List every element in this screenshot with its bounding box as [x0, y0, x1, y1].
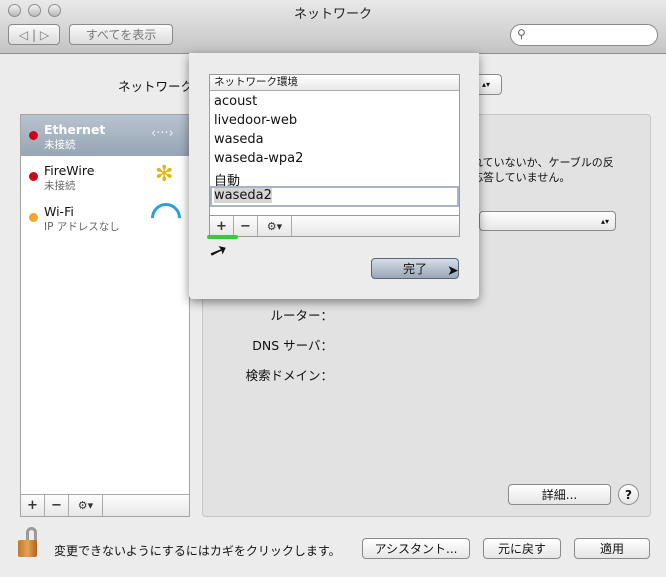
status-dot	[29, 131, 38, 140]
location-row[interactable]: waseda	[214, 132, 264, 147]
service-name: Ethernet	[44, 122, 106, 137]
gear-icon[interactable]: ⚙▾	[258, 216, 292, 236]
lock-text: 変更できないようにするにはカギをクリックします。	[54, 544, 341, 558]
assistant-button[interactable]: アシスタント...	[362, 538, 470, 559]
location-row[interactable]: waseda-wpa2	[214, 151, 303, 166]
toolbar: ネットワーク ◁ | ▷ すべてを表示 ⚲	[0, 0, 666, 54]
configure-popup[interactable]: ▴▾	[479, 211, 616, 231]
service-name: Wi-Fi	[44, 204, 74, 219]
dns-label: DNS サーバ：	[252, 338, 333, 353]
status-dot	[29, 213, 38, 222]
search-icon: ⚲	[517, 27, 526, 41]
service-status: 未接続	[44, 180, 76, 192]
back-icon[interactable]: ◁	[19, 28, 28, 42]
service-bar: + − ⚙▾	[21, 494, 189, 516]
add-service-button[interactable]: +	[21, 495, 45, 516]
service-firewire[interactable]: FireWire 未接続 ✻	[21, 156, 189, 197]
forward-icon[interactable]: ▷	[40, 28, 49, 42]
remove-location-button[interactable]: −	[234, 216, 258, 236]
service-status: 未接続	[44, 139, 76, 151]
service-ethernet[interactable]: Ethernet 未接続 ‹···›	[21, 115, 189, 156]
cursor-icon: ➤	[447, 263, 459, 279]
window-title: ネットワーク	[293, 7, 372, 22]
arrow-annotation-icon: ➚	[205, 236, 232, 267]
location-name-input[interactable]: waseda2	[210, 186, 459, 207]
search-input[interactable]: ⚲	[510, 24, 658, 46]
column-header: ネットワーク環境	[210, 75, 459, 91]
search-domain-label: 検索ドメイン：	[245, 368, 333, 383]
apply-button[interactable]: 適用	[574, 538, 650, 559]
service-wifi[interactable]: Wi-Fi IP アドレスなし	[21, 197, 189, 238]
locations-table: ネットワーク環境 acoust livedoor-web waseda wase…	[209, 74, 460, 236]
lock-icon[interactable]	[18, 527, 39, 558]
location-row[interactable]: livedoor-web	[214, 113, 297, 128]
firewire-icon: ✻	[155, 162, 174, 187]
locations-sheet: ネットワーク環境 acoust livedoor-web waseda wase…	[189, 53, 479, 299]
location-name-value: waseda2	[214, 188, 272, 203]
locations-bar: + − ⚙▾	[209, 215, 460, 237]
revert-button[interactable]: 元に戻す	[483, 538, 561, 559]
router-label: ルーター：	[270, 308, 333, 323]
ethernet-icon: ‹···›	[151, 126, 174, 141]
help-button[interactable]: ?	[618, 484, 639, 505]
gear-icon[interactable]: ⚙▾	[69, 495, 103, 516]
status-text: されていないか、ケーブルの反	[461, 156, 614, 169]
back-forward-buttons[interactable]: ◁ | ▷	[8, 24, 60, 45]
highlight-underline	[207, 235, 238, 239]
service-name: FireWire	[44, 163, 95, 178]
show-all-button[interactable]: すべてを表示	[69, 24, 173, 45]
done-button[interactable]: 完了	[371, 258, 459, 279]
location-row[interactable]: acoust	[214, 94, 257, 109]
remove-service-button[interactable]: −	[45, 495, 69, 516]
service-status: IP アドレスなし	[44, 221, 120, 233]
status-dot	[29, 172, 38, 181]
add-location-button[interactable]: +	[210, 216, 234, 236]
wifi-icon	[151, 203, 181, 227]
advanced-button[interactable]: 詳細...	[508, 484, 611, 505]
